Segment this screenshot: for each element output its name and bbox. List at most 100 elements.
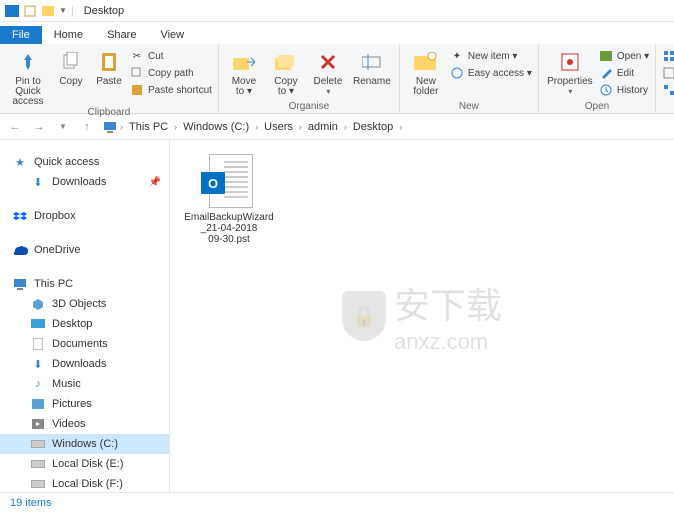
nav-quick-access[interactable]: ★Quick access — [0, 152, 169, 172]
ribbon-tabs: File Home Share View — [0, 22, 674, 44]
this-pc-icon — [12, 277, 28, 291]
title-bar: ▼ | Desktop — [0, 0, 674, 22]
item-count: 19 items — [10, 497, 52, 509]
move-to-icon — [233, 48, 255, 76]
pin-to-quick-access-button[interactable]: Pin to Quick access — [6, 46, 50, 107]
nav-desktop[interactable]: Desktop — [0, 314, 169, 334]
nav-downloads-qa[interactable]: ⬇Downloads📌 — [0, 172, 169, 192]
up-button[interactable]: ↑ — [78, 118, 96, 136]
tab-share[interactable]: Share — [95, 26, 148, 44]
crumb-windows-c[interactable]: Windows (C:) — [179, 119, 253, 135]
drive-icon — [30, 477, 46, 491]
new-item-button[interactable]: ✦New item ▾ — [450, 48, 532, 64]
music-icon: ♪ — [30, 377, 46, 391]
edit-button[interactable]: Edit — [599, 65, 649, 81]
pc-icon — [102, 120, 118, 134]
nav-downloads[interactable]: ⬇Downloads — [0, 354, 169, 374]
open-icon — [599, 49, 613, 63]
nav-3d-objects[interactable]: 3D Objects — [0, 294, 169, 314]
nav-documents[interactable]: Documents — [0, 334, 169, 354]
select-all-icon — [662, 49, 674, 63]
outlook-badge-icon: O — [201, 172, 225, 194]
edit-icon — [599, 66, 613, 80]
select-none-icon — [662, 66, 674, 80]
history-icon — [599, 83, 613, 97]
invert-selection-icon — [662, 83, 674, 97]
ribbon-group-select: Select all Select none Invert selection … — [656, 44, 674, 113]
cut-button[interactable]: ✂Cut — [130, 48, 212, 64]
copy-to-button[interactable]: Copy to ▾ — [267, 46, 305, 97]
folder-qat-icon[interactable] — [40, 4, 56, 18]
watermark-text-2: anxz.com — [394, 329, 502, 355]
nav-music[interactable]: ♪Music — [0, 374, 169, 394]
copy-path-button[interactable]: Copy path — [130, 65, 212, 81]
select-all-button[interactable]: Select all — [662, 48, 674, 64]
copy-button[interactable]: Copy — [54, 46, 88, 87]
cut-icon: ✂ — [130, 49, 144, 63]
crumb-desktop[interactable]: Desktop — [349, 119, 397, 135]
file-item-pst[interactable]: O EmailBackupWizard_21-04-2018 09-30.pst — [184, 154, 274, 245]
ribbon-group-open: Properties ▾ Open ▾ Edit History Open — [539, 44, 656, 113]
status-bar: 19 items — [0, 492, 674, 512]
main-area: ★Quick access ⬇Downloads📌 Dropbox OneDri… — [0, 140, 674, 492]
tab-home[interactable]: Home — [42, 26, 95, 44]
open-group-label: Open — [545, 101, 649, 113]
easy-access-button[interactable]: Easy access ▾ — [450, 65, 532, 81]
forward-button[interactable]: → — [30, 118, 48, 136]
videos-icon — [30, 417, 46, 431]
properties-button[interactable]: Properties ▾ — [545, 46, 595, 96]
drive-icon — [30, 457, 46, 471]
back-button[interactable]: ← — [6, 118, 24, 136]
paste-shortcut-icon — [130, 83, 144, 97]
crumb-users[interactable]: Users — [260, 119, 297, 135]
invert-selection-button[interactable]: Invert selection — [662, 82, 674, 98]
nav-this-pc[interactable]: This PC — [0, 274, 169, 294]
crumb-admin[interactable]: admin — [304, 119, 342, 135]
rename-button[interactable]: Rename — [351, 46, 393, 87]
breadcrumb: › This PC› Windows (C:)› Users› admin› D… — [102, 119, 402, 135]
watermark: 🔒 安下载 anxz.com — [342, 277, 502, 355]
paste-shortcut-button[interactable]: Paste shortcut — [130, 82, 212, 98]
nav-onedrive[interactable]: OneDrive — [0, 240, 169, 260]
nav-videos[interactable]: Videos — [0, 414, 169, 434]
nav-windows-c[interactable]: Windows (C:) — [0, 434, 169, 454]
nav-local-f[interactable]: Local Disk (F:) — [0, 474, 169, 492]
ribbon: Pin to Quick access Copy Paste ✂Cut Copy… — [0, 44, 674, 114]
new-folder-button[interactable]: New folder — [406, 46, 446, 97]
copy-to-icon — [275, 48, 297, 76]
tab-file[interactable]: File — [0, 26, 42, 44]
crumb-this-pc[interactable]: This PC — [125, 119, 172, 135]
rename-icon — [362, 48, 382, 76]
open-button[interactable]: Open ▾ — [599, 48, 649, 64]
nav-pictures[interactable]: Pictures — [0, 394, 169, 414]
paste-icon — [100, 48, 118, 76]
move-to-button[interactable]: Move to ▾ — [225, 46, 263, 97]
ribbon-group-organise: Move to ▾ Copy to ▾ Delete ▾ Rename Orga… — [219, 44, 400, 113]
tab-view[interactable]: View — [148, 26, 196, 44]
history-button[interactable]: History — [599, 82, 649, 98]
address-bar: ← → ▼ ↑ › This PC› Windows (C:)› Users› … — [0, 114, 674, 140]
properties-icon — [560, 48, 580, 76]
properties-qat-icon[interactable] — [22, 4, 38, 18]
easy-access-icon — [450, 66, 464, 80]
select-none-button[interactable]: Select none — [662, 65, 674, 81]
quick-access-toolbar: ▼ | — [4, 4, 76, 18]
paste-button[interactable]: Paste — [92, 46, 126, 87]
new-folder-icon — [414, 48, 438, 76]
delete-button[interactable]: Delete ▾ — [309, 46, 347, 96]
dropbox-icon — [12, 209, 28, 223]
file-label: EmailBackupWizard_21-04-2018 09-30.pst — [184, 212, 274, 245]
navigation-pane: ★Quick access ⬇Downloads📌 Dropbox OneDri… — [0, 140, 170, 492]
nav-local-e[interactable]: Local Disk (E:) — [0, 454, 169, 474]
organise-group-label: Organise — [225, 101, 393, 113]
3d-objects-icon — [30, 297, 46, 311]
nav-dropbox[interactable]: Dropbox — [0, 206, 169, 226]
recent-dropdown[interactable]: ▼ — [54, 118, 72, 136]
downloads-icon: ⬇ — [30, 175, 46, 189]
select-group-label: Select — [662, 101, 674, 113]
qat-dropdown-icon[interactable]: ▼ — [59, 6, 67, 15]
new-group-label: New — [406, 101, 532, 113]
star-icon: ★ — [12, 155, 28, 169]
file-list[interactable]: O EmailBackupWizard_21-04-2018 09-30.pst… — [170, 140, 674, 492]
watermark-text-1: 安下载 — [394, 277, 502, 329]
